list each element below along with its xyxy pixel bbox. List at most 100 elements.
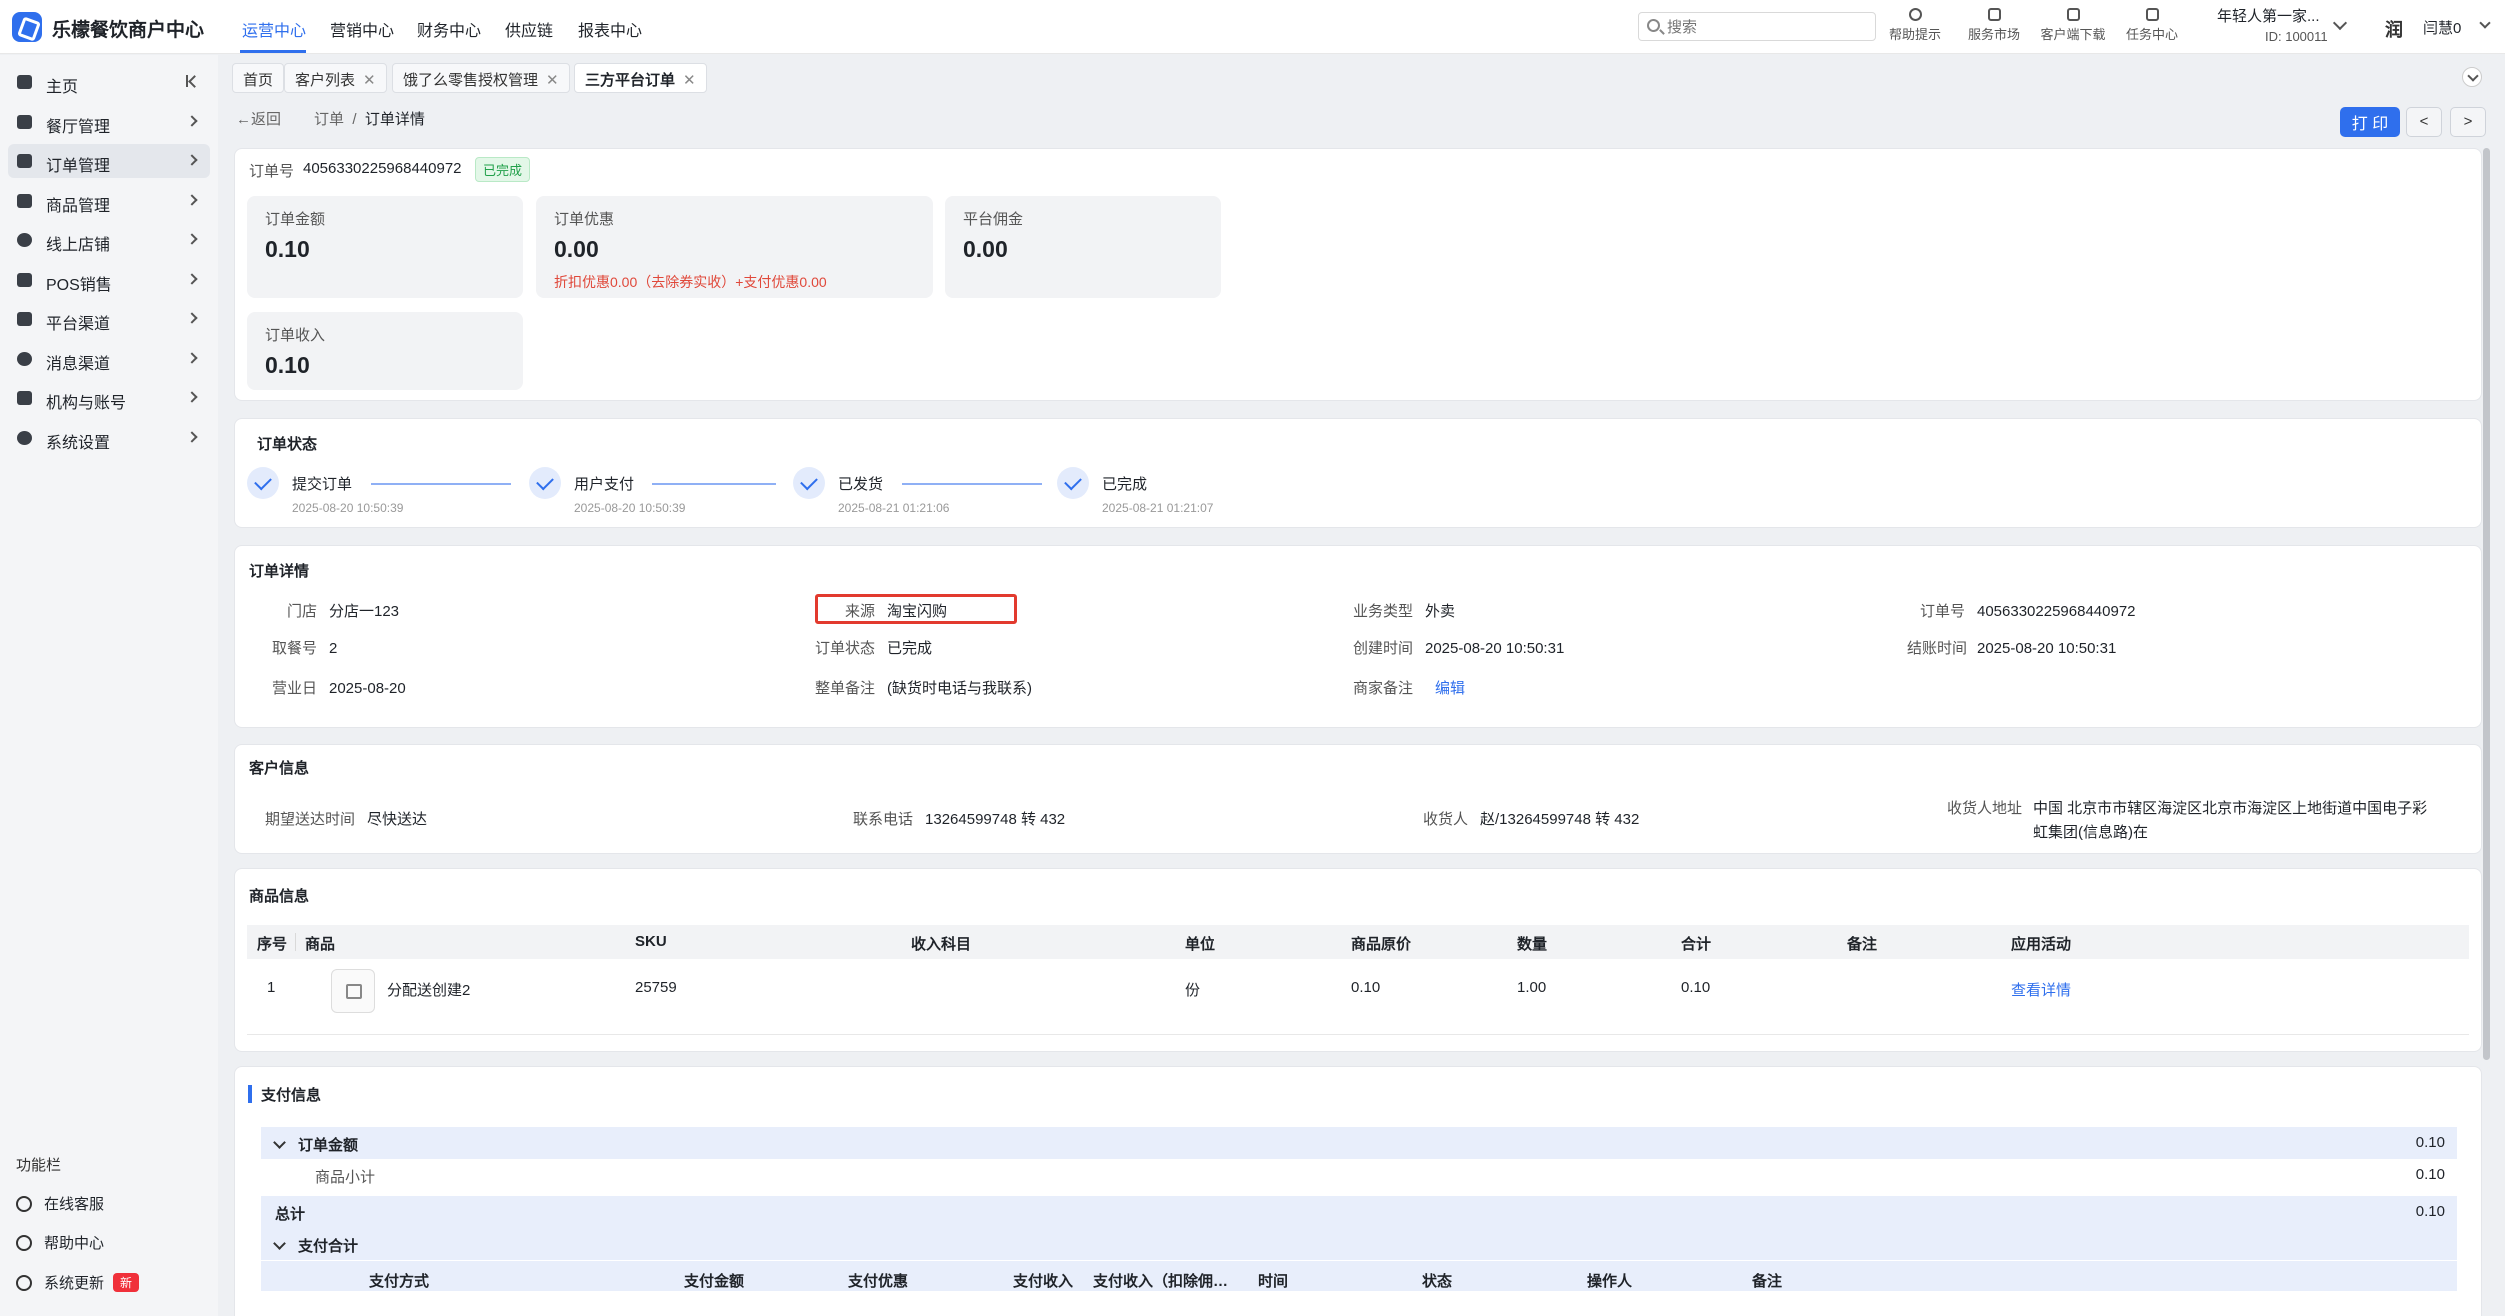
column-header: 支付金额 xyxy=(684,1273,745,1290)
field-value: 4056330225968440972 xyxy=(1977,603,2136,620)
sidebar-item-platform[interactable]: 平台渠道 xyxy=(8,302,210,336)
func-item-label: 系统更新 xyxy=(44,1275,105,1292)
print-button[interactable]: 打 印 xyxy=(2340,107,2400,137)
sidebar-item-label: 系统设置 xyxy=(46,435,111,452)
step-time: 2025-08-21 01:21:07 xyxy=(1102,501,1214,515)
column-header: 支付优惠 xyxy=(848,1273,909,1290)
system-update-link[interactable]: 系统更新新 xyxy=(16,1272,140,1293)
search-box[interactable] xyxy=(1638,12,1876,41)
stat-order-income: 订单收入 0.10 xyxy=(247,312,523,390)
nav-marketing-center[interactable]: 营销中心 xyxy=(330,17,394,41)
close-icon[interactable]: ✕ xyxy=(683,71,696,89)
status-badge: 已完成 xyxy=(475,157,531,182)
step-name: 已发货 xyxy=(838,476,884,493)
chevron-down-icon[interactable] xyxy=(273,1136,286,1149)
tab-third-party-orders[interactable]: 三方平台订单 ✕ xyxy=(574,63,707,93)
search-icon xyxy=(1647,19,1660,32)
close-icon[interactable]: ✕ xyxy=(363,71,376,89)
check-icon xyxy=(529,467,561,499)
tab-home[interactable]: 首页 xyxy=(232,63,285,93)
help-tip-button[interactable]: 帮助提示 xyxy=(1880,6,1950,43)
edit-note-link[interactable]: 编辑 xyxy=(1435,680,1465,697)
nav-report-center[interactable]: 报表中心 xyxy=(578,17,642,41)
goods-info-card: 商品信息 序号 商品 SKU 收入科目 单位 商品原价 数量 合计 备注 应用活… xyxy=(234,868,2482,1052)
payment-info-card: 支付信息 订单金额 0.10 商品小计 0.10 总计 0.10 支付合计 xyxy=(234,1066,2482,1316)
address-line-1: 中国 北京市市辖区海淀区北京市海淀区上地街道中国电子彩 xyxy=(2033,800,2428,817)
field-key: 整单备注 xyxy=(814,680,875,697)
back-link[interactable]: ←返回 xyxy=(236,108,281,129)
column-header: 单位 xyxy=(1185,936,1216,953)
field-value: 2025-08-20 xyxy=(329,680,406,697)
column-header: 备注 xyxy=(1752,1273,1783,1290)
column-header: 合计 xyxy=(1681,936,1712,953)
check-icon xyxy=(247,467,279,499)
chevron-down-icon[interactable] xyxy=(2479,17,2491,29)
field-key: 订单号 xyxy=(1919,603,1965,620)
collapse-sidebar-icon[interactable] xyxy=(186,75,200,87)
close-icon[interactable]: ✕ xyxy=(546,71,559,89)
service-market-button[interactable]: 服务市场 xyxy=(1959,6,2029,43)
stat-platform-commission: 平台佣金 0.00 xyxy=(945,196,1221,298)
field-value: 淘宝闪购 xyxy=(887,603,948,620)
nav-finance-center[interactable]: 财务中心 xyxy=(417,17,481,41)
chevron-down-icon[interactable] xyxy=(2332,15,2348,31)
field-source: 来源 淘宝闪购 xyxy=(797,600,947,621)
account-name[interactable]: 年轻人第一家... xyxy=(2217,5,2320,26)
step-connector xyxy=(652,483,776,485)
tab-customer-list[interactable]: 客户列表 ✕ xyxy=(284,63,387,93)
globe-icon xyxy=(17,233,32,247)
prev-order-button[interactable]: < xyxy=(2406,107,2442,137)
stat-order-discount: 订单优惠 0.00 折扣优惠0.00（去除券实收）+支付优惠0.00 xyxy=(536,196,933,298)
column-header: 支付收入 xyxy=(1013,1273,1074,1290)
pay-total-row[interactable]: 支付合计 xyxy=(261,1228,2457,1260)
service-market-label: 服务市场 xyxy=(1967,27,2020,42)
sidebar-item-goods[interactable]: 商品管理 xyxy=(8,184,210,218)
sidebar-item-home[interactable]: 主页 xyxy=(8,65,210,99)
sidebar-item-restaurant[interactable]: 餐厅管理 xyxy=(8,105,210,139)
step-connector xyxy=(902,483,1042,485)
help-center-link[interactable]: 帮助中心 xyxy=(16,1232,104,1253)
next-order-button[interactable]: > xyxy=(2450,107,2486,137)
tab-more-icon[interactable] xyxy=(2462,67,2482,87)
address-line-2: 虹集团(信息路)在 xyxy=(2033,824,2148,841)
step-time: 2025-08-20 10:50:39 xyxy=(292,501,404,515)
column-header: 支付收入（扣除佣… xyxy=(1093,1273,1229,1290)
sidebar-item-pos[interactable]: POS销售 xyxy=(8,263,210,297)
field-biz-day: 营业日 2025-08-20 xyxy=(255,677,406,698)
section-title: 订单详情 xyxy=(249,563,310,580)
online-support-link[interactable]: 在线客服 xyxy=(16,1193,104,1214)
breadcrumb-parent[interactable]: 订单 xyxy=(314,111,344,128)
stat-label: 平台佣金 xyxy=(963,211,1024,228)
sidebar-item-message[interactable]: 消息渠道 xyxy=(8,342,210,376)
tab-eleme-auth[interactable]: 饿了么零售授权管理 ✕ xyxy=(392,63,570,93)
client-download-button[interactable]: 客户端下载 xyxy=(2038,6,2108,43)
column-header: 支付方式 xyxy=(369,1273,430,1290)
chevron-down-icon[interactable] xyxy=(273,1237,286,1250)
username[interactable]: 闫慧0 xyxy=(2423,17,2461,38)
view-detail-link[interactable]: 查看详情 xyxy=(2011,979,2071,1000)
sidebar-item-settings[interactable]: 系统设置 xyxy=(8,421,210,455)
sidebar-item-online-shop[interactable]: 线上店铺 xyxy=(8,223,210,257)
nav-ops-center[interactable]: 运营中心 xyxy=(242,17,306,41)
nav-active-indicator xyxy=(240,50,306,53)
nav-supply-chain[interactable]: 供应链 xyxy=(505,17,553,41)
top-bar: 乐檬餐饮商户中心 运营中心 营销中心 财务中心 供应链 报表中心 帮助提示 服务… xyxy=(0,0,2505,54)
field-merchant-note: 商家备注 编辑 xyxy=(1349,677,1465,698)
order-amount-row[interactable]: 订单金额 0.10 xyxy=(261,1127,2457,1159)
refresh-icon xyxy=(16,1275,32,1291)
scrollbar[interactable] xyxy=(2483,148,2490,1060)
field-phone: 联系电话 13264599748 转 432 xyxy=(853,808,1065,829)
row-value: 0.10 xyxy=(2415,1134,2445,1151)
store-icon xyxy=(17,115,32,129)
field-key: 创建时间 xyxy=(1352,640,1413,657)
sidebar-item-org[interactable]: 机构与账号 xyxy=(8,381,210,415)
brand-logo-icon xyxy=(12,12,42,42)
field-value: 外卖 xyxy=(1425,603,1456,620)
avatar[interactable]: 润 xyxy=(2385,16,2407,40)
search-input[interactable] xyxy=(1667,16,1867,38)
bank-icon xyxy=(17,312,32,326)
sidebar-item-label: 消息渠道 xyxy=(46,356,111,373)
task-center-button[interactable]: 任务中心 xyxy=(2117,6,2187,43)
field-key: 营业日 xyxy=(271,680,317,697)
sidebar-item-orders[interactable]: 订单管理 xyxy=(8,144,210,178)
